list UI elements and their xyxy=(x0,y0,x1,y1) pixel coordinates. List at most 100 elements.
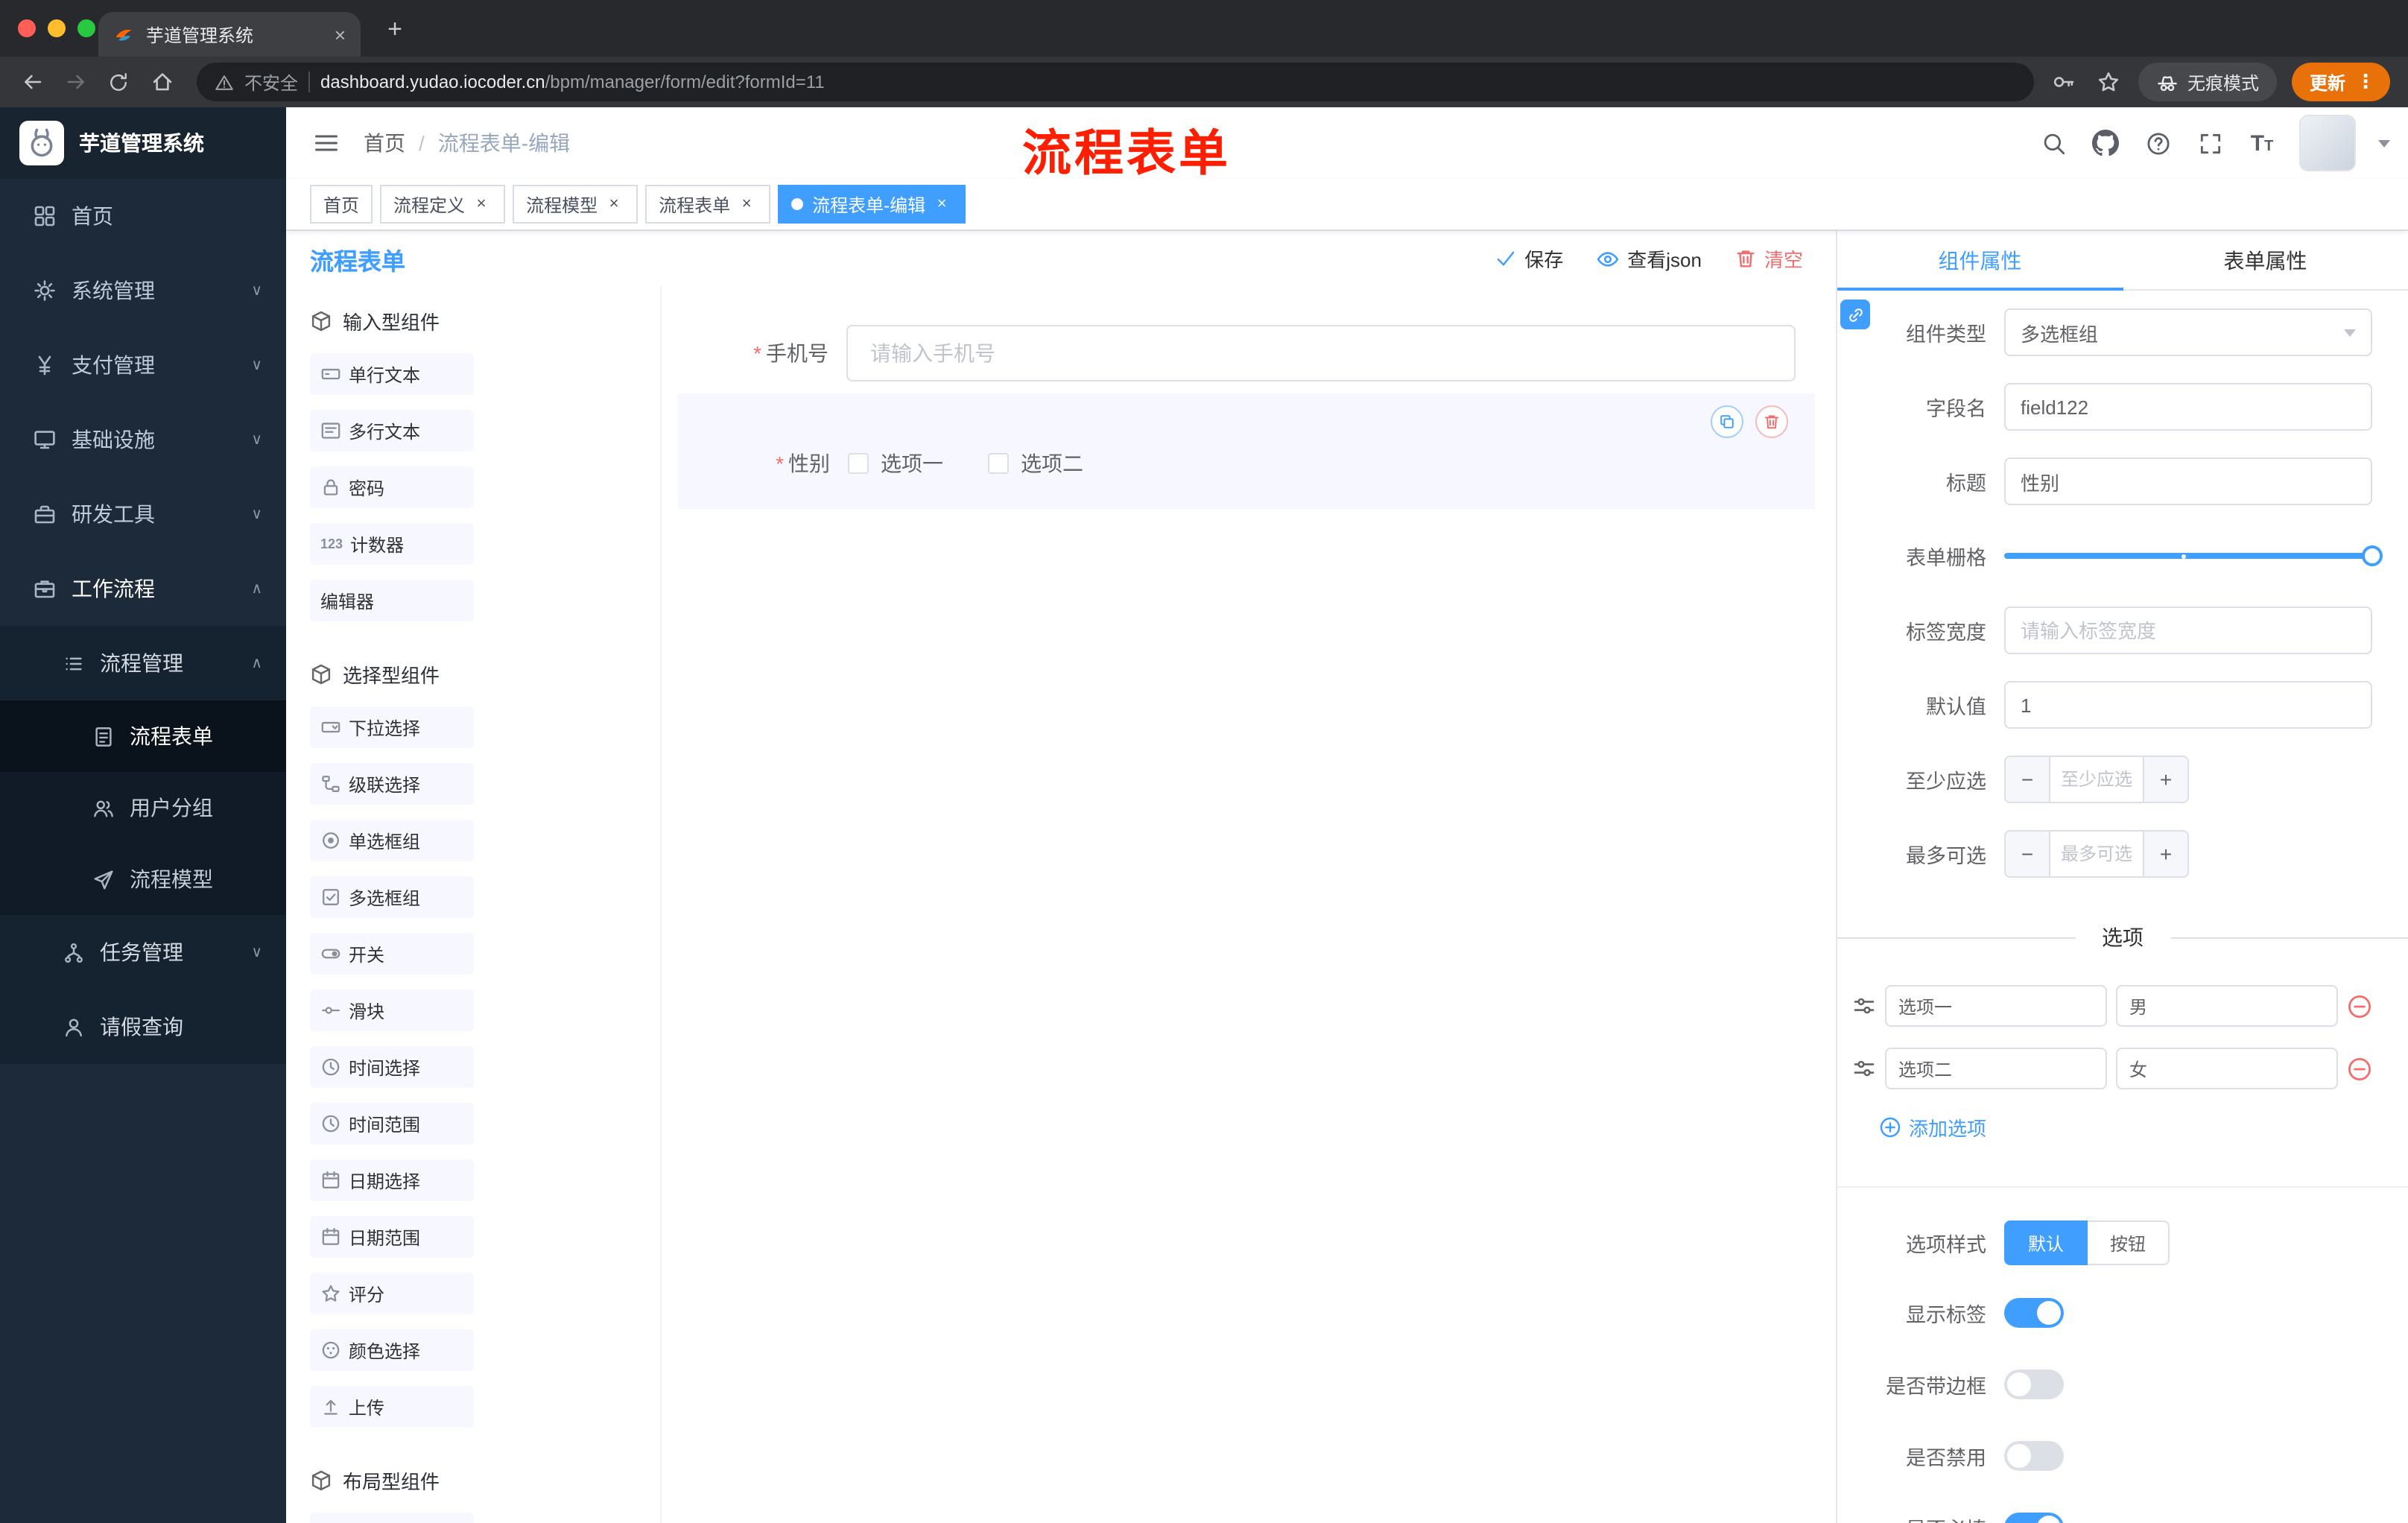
remove-option-button[interactable] xyxy=(2347,993,2372,1019)
sidebar-item-process-form[interactable]: 流程表单 xyxy=(0,700,286,772)
disabled-switch[interactable] xyxy=(2004,1441,2064,1471)
palette-item-rate[interactable]: 评分 xyxy=(310,1273,474,1314)
decrease-button[interactable]: − xyxy=(2006,757,2049,802)
maximize-window-button[interactable] xyxy=(77,19,95,37)
palette-item-color-picker[interactable]: 颜色选择 xyxy=(310,1329,474,1371)
phone-field-row[interactable]: * 手机号 xyxy=(679,325,1796,381)
tag-close-icon[interactable]: × xyxy=(603,194,624,215)
breadcrumb-home[interactable]: 首页 xyxy=(364,128,405,158)
palette-item-row-container[interactable]: 行容器 xyxy=(310,1513,474,1523)
sidebar-item-system[interactable]: 系统管理 ∨ xyxy=(0,253,286,328)
drag-handle-icon[interactable] xyxy=(1852,994,1876,1018)
tag-close-icon[interactable]: × xyxy=(736,194,757,215)
view-json-button[interactable]: 查看json xyxy=(1596,244,1702,273)
title-input[interactable] xyxy=(2004,457,2372,505)
palette-item-password[interactable]: 密码 xyxy=(310,466,474,508)
tag-home[interactable]: 首页 xyxy=(310,185,373,224)
bookmark-button[interactable] xyxy=(2094,67,2123,97)
browser-update-button[interactable]: 更新 ⋮ xyxy=(2291,63,2390,101)
sidebar-item-infrastructure[interactable]: 基础设施 ∨ xyxy=(0,402,286,477)
palette-item-radio-group[interactable]: 单选框组 xyxy=(310,820,474,861)
sidebar-item-payment[interactable]: 支付管理 ∨ xyxy=(0,328,286,402)
option-2-name-input[interactable] xyxy=(1885,1048,2107,1089)
sidebar-item-leave-query[interactable]: 请假查询 xyxy=(0,990,286,1064)
add-option-button[interactable]: 添加选项 xyxy=(1879,1113,1986,1142)
palette-item-checkbox-group[interactable]: 多选框组 xyxy=(310,876,474,918)
new-tab-button[interactable]: + xyxy=(378,13,411,46)
palette-item-time-range[interactable]: 时间范围 xyxy=(310,1103,474,1144)
palette-item-editor[interactable]: 编辑器 xyxy=(310,580,474,621)
option-1-name-input[interactable] xyxy=(1885,985,2107,1027)
show-label-switch[interactable] xyxy=(2004,1298,2064,1328)
increase-button[interactable]: + xyxy=(2144,832,2187,876)
tag-process-form[interactable]: 流程表单 × xyxy=(645,185,771,224)
tab-component-props[interactable]: 组件属性 xyxy=(1837,231,2123,291)
sidebar-item-home[interactable]: 首页 xyxy=(0,179,286,253)
design-canvas[interactable]: *手机号 *性别 xyxy=(662,286,1836,1523)
option-2-value-input[interactable] xyxy=(2116,1048,2338,1089)
tab-form-props[interactable]: 表单属性 xyxy=(2123,231,2408,289)
sidebar-item-workflow[interactable]: 工作流程 ∧ xyxy=(0,551,286,626)
decrease-button[interactable]: − xyxy=(2006,832,2049,876)
reload-button[interactable] xyxy=(98,62,139,102)
fullscreen-button[interactable] xyxy=(2195,128,2225,158)
palette-item-date-range[interactable]: 日期范围 xyxy=(310,1216,474,1258)
copy-widget-button[interactable] xyxy=(1711,405,1743,438)
password-key-button[interactable] xyxy=(2049,67,2079,97)
browser-menu-icon[interactable]: ⋮ xyxy=(2356,70,2375,94)
palette-item-upload[interactable]: 上传 xyxy=(310,1386,474,1428)
incognito-badge[interactable]: 无痕模式 xyxy=(2138,63,2277,101)
tab-close-icon[interactable]: × xyxy=(335,25,346,44)
palette-item-select[interactable]: 下拉选择 xyxy=(310,706,474,748)
github-button[interactable] xyxy=(2091,128,2120,158)
grid-slider[interactable] xyxy=(2004,532,2383,580)
palette-item-slider[interactable]: 滑块 xyxy=(310,990,474,1031)
palette-item-single-line-text[interactable]: 单行文本 xyxy=(310,353,474,395)
palette-item-time-picker[interactable]: 时间选择 xyxy=(310,1046,474,1088)
minimize-window-button[interactable] xyxy=(48,19,66,37)
slider-handle[interactable] xyxy=(2362,545,2383,566)
user-avatar[interactable] xyxy=(2299,115,2356,171)
phone-input[interactable] xyxy=(846,325,1796,381)
palette-item-counter[interactable]: 123 计数器 xyxy=(310,523,474,565)
sidebar-item-process-model[interactable]: 流程模型 xyxy=(0,843,286,915)
link-chip[interactable] xyxy=(1840,300,1870,329)
avatar-caret-icon[interactable] xyxy=(2378,139,2390,147)
gender-option-1[interactable]: 选项一 xyxy=(848,449,943,478)
max-select-input[interactable] xyxy=(2049,832,2144,876)
home-button[interactable] xyxy=(142,62,182,102)
sidebar-item-dev-tools[interactable]: 研发工具 ∨ xyxy=(0,477,286,551)
gender-option-2[interactable]: 选项二 xyxy=(988,449,1083,478)
help-button[interactable] xyxy=(2143,128,2173,158)
remove-option-button[interactable] xyxy=(2347,1056,2372,1081)
palette-item-multi-line-text[interactable]: 多行文本 xyxy=(310,410,474,452)
component-type-select[interactable]: 多选框组 xyxy=(2004,308,2372,356)
gender-field-widget-selected[interactable]: * 性别 选项一 选项二 xyxy=(678,393,1815,510)
sidebar-logo[interactable]: 芋道管理系统 xyxy=(0,107,286,179)
palette-item-switch[interactable]: 开关 xyxy=(310,933,474,975)
option-1-value-input[interactable] xyxy=(2116,985,2338,1027)
tag-process-definition[interactable]: 流程定义 × xyxy=(380,185,506,224)
forward-button[interactable] xyxy=(55,62,95,102)
tag-close-icon[interactable]: × xyxy=(931,194,952,215)
increase-button[interactable]: + xyxy=(2144,757,2187,802)
sidebar-collapse-button[interactable] xyxy=(310,127,343,159)
field-name-input[interactable] xyxy=(2004,383,2372,431)
delete-widget-button[interactable] xyxy=(1755,405,1788,438)
tag-process-model[interactable]: 流程模型 × xyxy=(513,185,639,224)
address-bar[interactable]: 不安全 dashboard.yudao.iocoder.cn/bpm/manag… xyxy=(197,63,2034,101)
option-style-default-button[interactable]: 默认 xyxy=(2004,1220,2088,1265)
tag-close-icon[interactable]: × xyxy=(471,194,492,215)
save-button[interactable]: 保存 xyxy=(1495,244,1563,273)
back-button[interactable] xyxy=(12,62,52,102)
option-style-button-button[interactable]: 按钮 xyxy=(2088,1220,2170,1265)
sidebar-item-task-management[interactable]: 任务管理 ∨ xyxy=(0,915,286,990)
clear-button[interactable]: 清空 xyxy=(1734,244,1803,273)
default-value-input[interactable] xyxy=(2004,681,2372,729)
border-switch[interactable] xyxy=(2004,1370,2064,1399)
required-switch[interactable] xyxy=(2004,1513,2064,1523)
drag-handle-icon[interactable] xyxy=(1852,1057,1876,1080)
palette-item-date-picker[interactable]: 日期选择 xyxy=(310,1159,474,1201)
sidebar-item-user-group[interactable]: 用户分组 xyxy=(0,772,286,843)
sidebar-item-process-management[interactable]: 流程管理 ∧ xyxy=(0,626,286,700)
